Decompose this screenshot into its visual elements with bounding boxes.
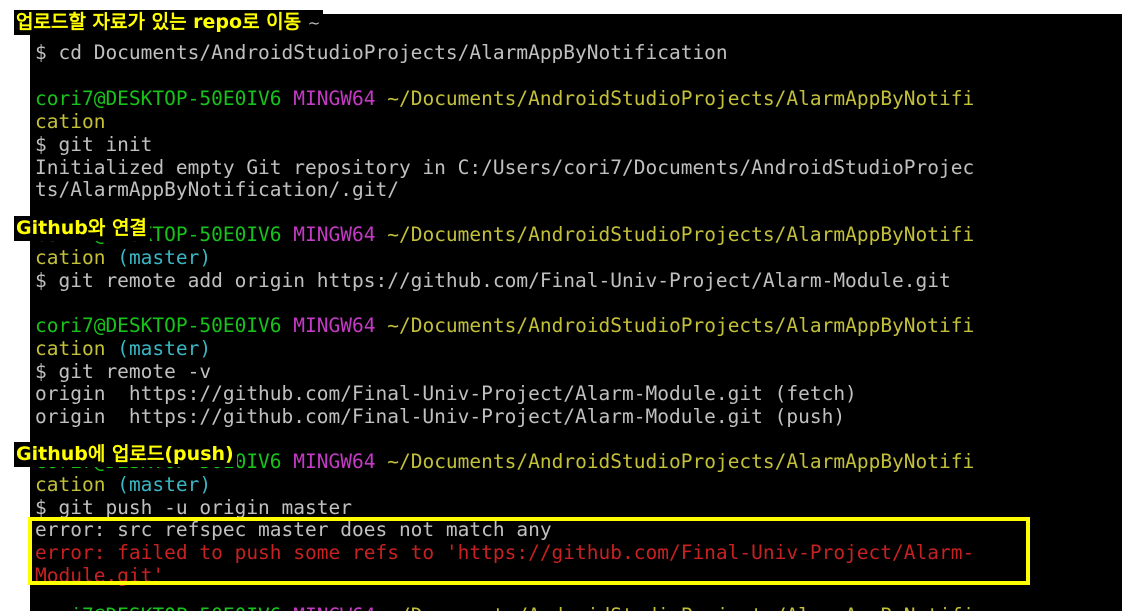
command-git-push: $ git push -u origin master (35, 496, 352, 519)
prompt-path-tail: cation (35, 246, 106, 269)
prompt-branch: (master) (117, 473, 212, 496)
prompt-path: ~/Documents/AndroidStudioProjects/AlarmA… (387, 87, 975, 110)
prompt-path-tail: cation (35, 473, 106, 496)
command-git-init: $ git init (35, 133, 153, 156)
prompt-path: ~/Documents/AndroidStudioProjects/AlarmA… (387, 604, 974, 611)
error-highlight-box (28, 517, 1030, 585)
prompt-shell: MINGW64 (293, 223, 376, 246)
prompt-path-continued: cation (master) (35, 473, 211, 496)
prompt-path-continued: cation (master) (35, 246, 211, 269)
output-remote-push: origin https://github.com/Final-Univ-Pro… (35, 405, 846, 428)
annotation-github-link: Github와 연결 (14, 216, 150, 241)
annotation-move-to-repo: 업로드할 자료가 있는 repo로 이동 ~ (14, 10, 324, 35)
prompt-user-host: cori7@DESKTOP-50E0IV6 (35, 314, 282, 337)
output-init-line-1: Initialized empty Git repository in C:/U… (35, 156, 975, 179)
prompt-user-host: cori7@DESKTOP-50E0IV6 (35, 604, 282, 611)
prompt-shell: MINGW64 (293, 450, 376, 473)
output-remote-fetch: origin https://github.com/Final-Univ-Pro… (35, 382, 857, 405)
prompt-shell: MINGW64 (293, 87, 376, 110)
prompt-branch: (master) (117, 337, 212, 360)
prompt-path: ~/Documents/AndroidStudioProjects/AlarmA… (387, 223, 975, 246)
prompt-line: cori7@DESKTOP-50E0IV6 MINGW64 ~/Document… (35, 223, 974, 246)
prompt-path-continued: cation (35, 110, 105, 133)
prompt-path: ~/Documents/AndroidStudioProjects/AlarmA… (387, 314, 975, 337)
prompt-branch: (master) (117, 246, 212, 269)
prompt-shell: MINGW64 (293, 604, 375, 611)
command-remote-v: $ git remote -v (35, 360, 212, 383)
prompt-line: cori7@DESKTOP-50E0IV6 MINGW64 ~/Document… (35, 87, 974, 110)
command-cd: $ cd Documents/AndroidStudioProjects/Ala… (35, 41, 728, 64)
prompt-user-host: cori7@DESKTOP-50E0IV6 (35, 87, 282, 110)
annotation-github-push: Github에 업로드(push) (14, 442, 237, 467)
annotation-tilde: ~ (307, 14, 321, 32)
prompt-shell: MINGW64 (293, 314, 376, 337)
command-remote-add: $ git remote add origin https://github.c… (35, 269, 951, 292)
prompt-path-tail: cation (35, 110, 106, 133)
output-init-line-2: ts/AlarmAppByNotification/.git/ (35, 178, 399, 201)
annotation-move-to-repo-text: 업로드할 자료가 있는 repo로 이동 (16, 11, 302, 33)
prompt-path-continued: cation (master) (35, 337, 211, 360)
prompt-path-tail: cation (35, 337, 106, 360)
prompt-line: cori7@DESKTOP-50E0IV6 MINGW64 ~/Document… (35, 314, 974, 337)
prompt-line-partial: cori7@DESKTOP-50E0IV6 MINGW64 ~/Document… (35, 604, 974, 611)
prompt-path: ~/Documents/AndroidStudioProjects/AlarmA… (387, 450, 975, 473)
